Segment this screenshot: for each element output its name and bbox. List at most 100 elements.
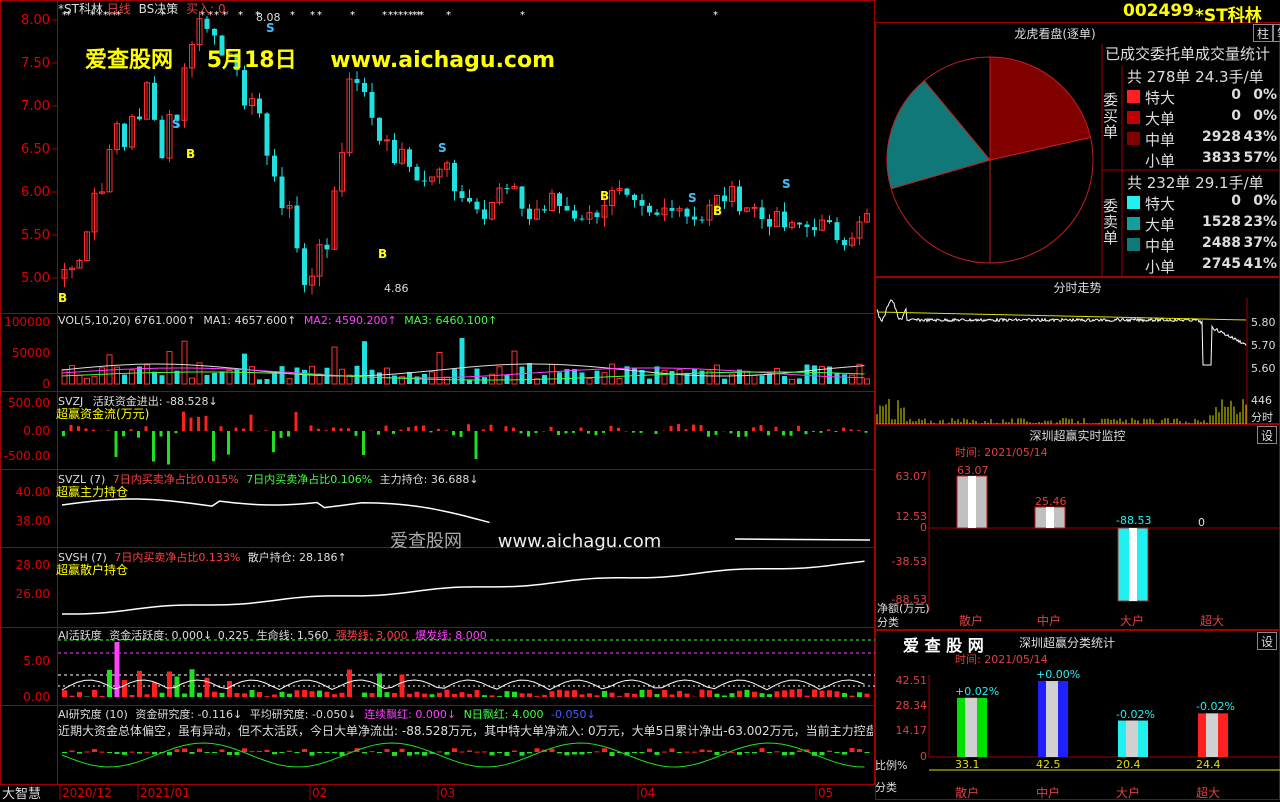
vol-bar (617, 378, 622, 384)
classify-value-label: 33.1 (955, 758, 980, 771)
svzl-b: 7日内买卖净占比0.106% (246, 473, 372, 486)
ai-research-bar (460, 752, 465, 753)
vol-bar (287, 379, 292, 384)
svzj-bar (182, 412, 185, 431)
stroke-toggle-button[interactable]: 笔 (1273, 24, 1280, 42)
svsh-y-tick: 28.00 (0, 558, 50, 572)
ai-active-bar (340, 693, 345, 697)
classify-category: 大户 (1116, 784, 1140, 801)
ai-active-bar (325, 692, 330, 697)
ai-research-bar (415, 752, 420, 754)
candle-body (580, 219, 585, 220)
main-y-tick: 6.00 (2, 185, 50, 200)
ai-research-bar (587, 752, 592, 753)
svzj-y-tick: -500.00 (0, 449, 50, 463)
ai-active-bar (385, 692, 390, 697)
buy-signal-marker: B (58, 291, 67, 305)
candle-body (407, 149, 412, 166)
ai-research-bar (647, 749, 652, 752)
svzl-line (62, 499, 490, 522)
svzj-bar (640, 431, 643, 433)
ai-active-bar (520, 693, 525, 697)
svzj-bar (115, 431, 118, 457)
sell-signal-marker: S (782, 177, 791, 191)
ai-research-bar (190, 752, 195, 754)
ai-research-bar (535, 748, 540, 752)
ai-active-bar (437, 693, 442, 697)
vol-bar (520, 367, 525, 384)
vol-bar (775, 368, 780, 384)
period-label[interactable]: 日线 (107, 2, 131, 16)
svzj-bar (332, 428, 335, 431)
sell-signal-marker: S (688, 191, 697, 205)
ai-research-bar (857, 749, 862, 752)
svzj-bar (475, 431, 478, 459)
vol-bar (145, 365, 150, 384)
classify-settings-button[interactable]: 设 (1257, 632, 1277, 650)
mid-watermark-cn: 爱查股网 (390, 531, 462, 552)
order-type-label: 小单 (1145, 256, 1175, 277)
ai-research-bar (272, 752, 277, 754)
ai-research-bar (820, 752, 825, 755)
watermark-date: 5月18日 (207, 48, 297, 73)
star-marker: * (238, 10, 243, 21)
vol-bar (782, 376, 787, 384)
svzj-bar (835, 431, 838, 432)
ai-active-bar (160, 693, 165, 697)
svzj-bar (467, 424, 470, 431)
svzj-bar (355, 431, 358, 436)
order-type-label: 特大 (1145, 87, 1175, 108)
ai-research-bar (610, 752, 615, 756)
candle-body (842, 240, 847, 245)
svzj-bar (655, 431, 658, 434)
ai-active-bar (640, 690, 645, 697)
svsh-a: 7日内买卖净占比0.133% (114, 551, 240, 564)
ai-research-bar (692, 752, 697, 753)
svzj-bar (70, 425, 73, 431)
stock-code: 002499 (1123, 1, 1194, 21)
ai-active-bar (857, 692, 862, 697)
svzj-bar (310, 426, 313, 431)
ai-research-bar (197, 749, 202, 752)
ai-active-bar (250, 690, 255, 697)
svzj-bar (362, 431, 365, 455)
date-tick: 2020/12 (62, 786, 112, 800)
vol-bar (670, 371, 675, 384)
ai-active-bar (370, 693, 375, 697)
svzj-bar (490, 425, 493, 431)
vol-bar (677, 370, 682, 384)
svzj-bar (850, 429, 853, 431)
ai-research-bar (362, 752, 367, 753)
ai-research-bar (760, 748, 765, 752)
classify-y-tick: 28.34 (877, 699, 927, 712)
watermark-site: 爱查股网 (85, 48, 173, 73)
ai-research-bar (295, 752, 300, 753)
svzj-bar (827, 429, 830, 431)
ai-active-bar (362, 693, 367, 697)
svzj-bar (797, 426, 800, 431)
svzl-c: 主力持仓: 36.688↓ (380, 473, 479, 486)
order-percent: 41% (1243, 256, 1277, 272)
monitor-settings-button[interactable]: 设 (1257, 426, 1277, 444)
ai-research-bar (220, 749, 225, 752)
vol-ma3: MA3: 6460.100↑ (404, 314, 497, 327)
legend-swatch (1127, 90, 1140, 103)
monitor-category: 超大 (1200, 612, 1224, 629)
ai-active-bar (812, 690, 817, 697)
svzj-bar (92, 430, 95, 431)
ai-active-bar (587, 693, 592, 697)
order-type-label: 大单 (1145, 108, 1175, 129)
ai-active-bar (490, 695, 495, 697)
svzj-bar (610, 426, 613, 431)
ai-research-bar (392, 752, 397, 756)
bar-toggle-button[interactable]: 柱 (1253, 24, 1273, 42)
ai-active-bar (407, 694, 412, 697)
high-price-label: 8.08 (256, 11, 281, 24)
vol-bar (130, 370, 135, 384)
ai-active-a: 资金活跃度: 0.000↓ (109, 629, 212, 642)
buy-signal-marker: B (713, 204, 722, 218)
ai-research-bar (235, 752, 240, 755)
svzj-bar (167, 431, 170, 465)
stock-title: *ST科林 日线 BS决策 买入: 0, (58, 0, 229, 17)
monitor-category: 大户 (1120, 612, 1144, 629)
